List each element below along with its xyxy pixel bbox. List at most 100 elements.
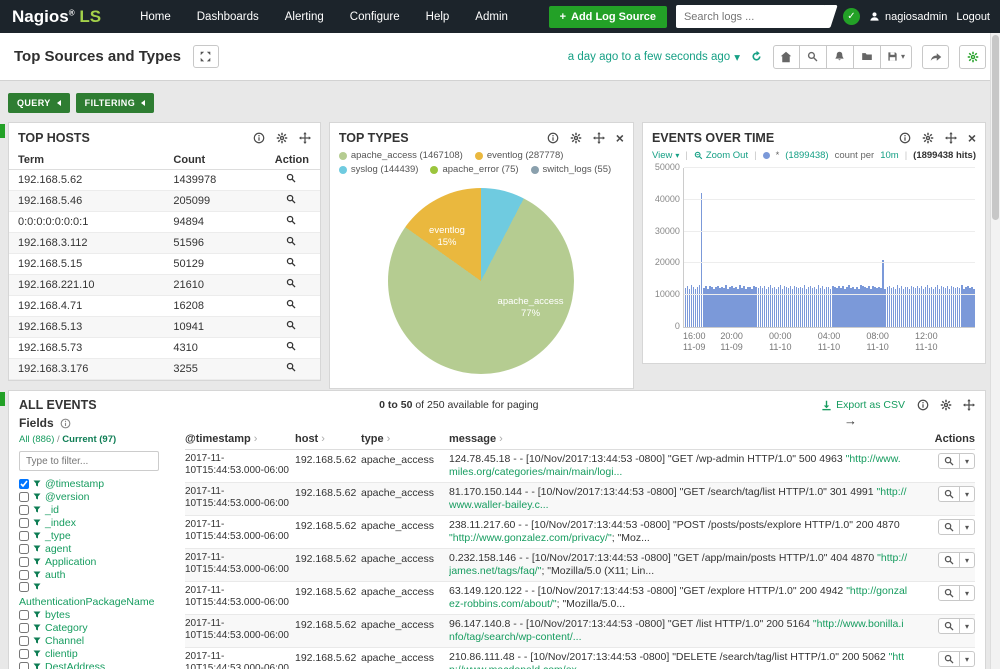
row-actions-button[interactable]: ▾ [938,618,975,634]
search-term-icon[interactable] [286,320,297,331]
column-header-timestamp[interactable]: @timestamp› [185,433,295,445]
chevron-down-icon[interactable]: ▾ [959,520,974,534]
field-name[interactable]: bytes [45,609,70,621]
legend-item-apache_access[interactable]: apache_access (1467108) [339,150,463,161]
filtering-toggle-button[interactable]: FILTERING [76,93,154,113]
info-icon[interactable] [547,132,559,144]
field-checkbox[interactable] [19,544,29,554]
info-icon[interactable] [899,132,911,144]
search-input[interactable] [676,5,824,28]
field-checkbox[interactable] [19,518,29,528]
fields-current-link[interactable]: Current (97) [62,434,116,445]
field-name[interactable]: DestAddress [45,661,105,669]
row-actions-button[interactable]: ▾ [938,651,975,667]
close-panel-icon[interactable]: × [616,132,624,144]
filter-field-icon[interactable] [33,662,41,669]
search-term-icon[interactable] [286,173,297,184]
search-term-icon[interactable] [286,236,297,247]
search-term-icon[interactable] [286,299,297,310]
row-search-icon[interactable] [939,586,959,600]
field-checkbox[interactable] [19,582,29,592]
chevron-down-icon[interactable]: ▾ [959,586,974,600]
filter-field-icon[interactable] [33,479,41,488]
nav-item-dashboards[interactable]: Dashboards [184,0,272,33]
filter-field-icon[interactable] [33,492,41,501]
field-checkbox[interactable] [19,649,29,659]
row-search-icon[interactable] [939,619,959,633]
top-types-pie-chart[interactable]: eventlog 15% apache_access 77% [388,188,574,374]
field-name[interactable]: Category [45,622,88,634]
field-name[interactable]: _index [45,517,76,529]
gear-icon[interactable] [940,399,952,411]
nav-item-home[interactable]: Home [127,0,184,33]
time-range-selector[interactable]: a day ago to a few seconds ago▾ [568,50,740,64]
gear-icon[interactable] [922,132,934,144]
column-header-host[interactable]: host› [295,433,361,445]
field-checkbox[interactable] [19,570,29,580]
row-actions-button[interactable]: ▾ [938,486,975,502]
field-checkbox[interactable] [19,662,29,669]
search-term-icon[interactable] [286,362,297,373]
series-color-dot[interactable] [763,152,770,159]
series-count-link[interactable]: (1899438) [785,150,828,161]
interval-link[interactable]: 10m [880,150,898,161]
pie-graphic[interactable] [388,188,574,374]
row-search-icon[interactable] [939,553,959,567]
move-panel-icon[interactable] [593,132,605,144]
search-term-icon[interactable] [286,215,297,226]
scrollbar-thumb[interactable] [992,35,999,220]
nav-item-alerting[interactable]: Alerting [272,0,337,33]
filter-field-icon[interactable] [33,582,41,591]
field-name[interactable]: @timestamp [45,478,104,490]
field-checkbox[interactable] [19,531,29,541]
search-term-icon[interactable] [286,341,297,352]
row-actions-button[interactable]: ▾ [938,552,975,568]
filter-field-icon[interactable] [33,636,41,645]
message-link[interactable]: "http://www.gonzalez.com/privacy/" [449,532,612,544]
filter-field-icon[interactable] [33,570,41,579]
legend-item-switch_logs[interactable]: switch_logs (55) [531,164,612,175]
field-name[interactable]: clientip [45,648,78,660]
field-name[interactable]: Application [45,556,96,568]
nagios-logo[interactable]: Nagios® LS [12,7,101,27]
histogram-bars[interactable] [685,168,975,327]
legend-item-syslog[interactable]: syslog (144439) [339,164,419,175]
fields-all-link[interactable]: All (886) [19,434,54,445]
zoom-out-button[interactable]: Zoom Out [694,150,748,161]
column-header-count[interactable]: Count [164,151,263,170]
alerts-button[interactable] [827,45,854,69]
gear-icon[interactable] [570,132,582,144]
row-search-icon[interactable] [939,454,959,468]
status-check-icon[interactable]: ✓ [843,8,860,25]
close-panel-icon[interactable]: × [968,132,976,144]
field-filter-input[interactable] [19,451,159,471]
view-menu[interactable]: View▾ [652,150,679,161]
gear-icon[interactable] [276,132,288,144]
dashboard-settings-button[interactable] [959,45,986,69]
filter-field-icon[interactable] [33,649,41,658]
fields-help-icon[interactable] [60,418,71,429]
filter-field-icon[interactable] [33,544,41,553]
page-scrollbar[interactable] [990,33,1000,669]
search-term-icon[interactable] [286,194,297,205]
filter-field-icon[interactable] [33,557,41,566]
fullscreen-toggle-button[interactable] [193,45,219,68]
filter-field-icon[interactable] [33,531,41,540]
export-csv-button[interactable]: Export as CSV [821,399,905,411]
field-checkbox[interactable] [19,479,29,489]
field-name[interactable]: auth [45,569,65,581]
row-actions-button[interactable]: ▾ [938,585,975,601]
field-name[interactable]: @version [45,491,90,503]
query-toggle-button[interactable]: QUERY [8,93,70,113]
move-panel-icon[interactable] [299,132,311,144]
move-panel-icon[interactable] [945,132,957,144]
field-name[interactable]: Channel [45,635,84,647]
filter-field-icon[interactable] [33,518,41,527]
field-checkbox[interactable] [19,557,29,567]
row-actions-button[interactable]: ▾ [938,519,975,535]
chevron-down-icon[interactable]: ▾ [959,487,974,501]
share-button[interactable] [922,45,949,69]
legend-item-apache_error[interactable]: apache_error (75) [430,164,518,175]
next-page-button[interactable]: → [844,413,857,428]
search-term-icon[interactable] [286,257,297,268]
